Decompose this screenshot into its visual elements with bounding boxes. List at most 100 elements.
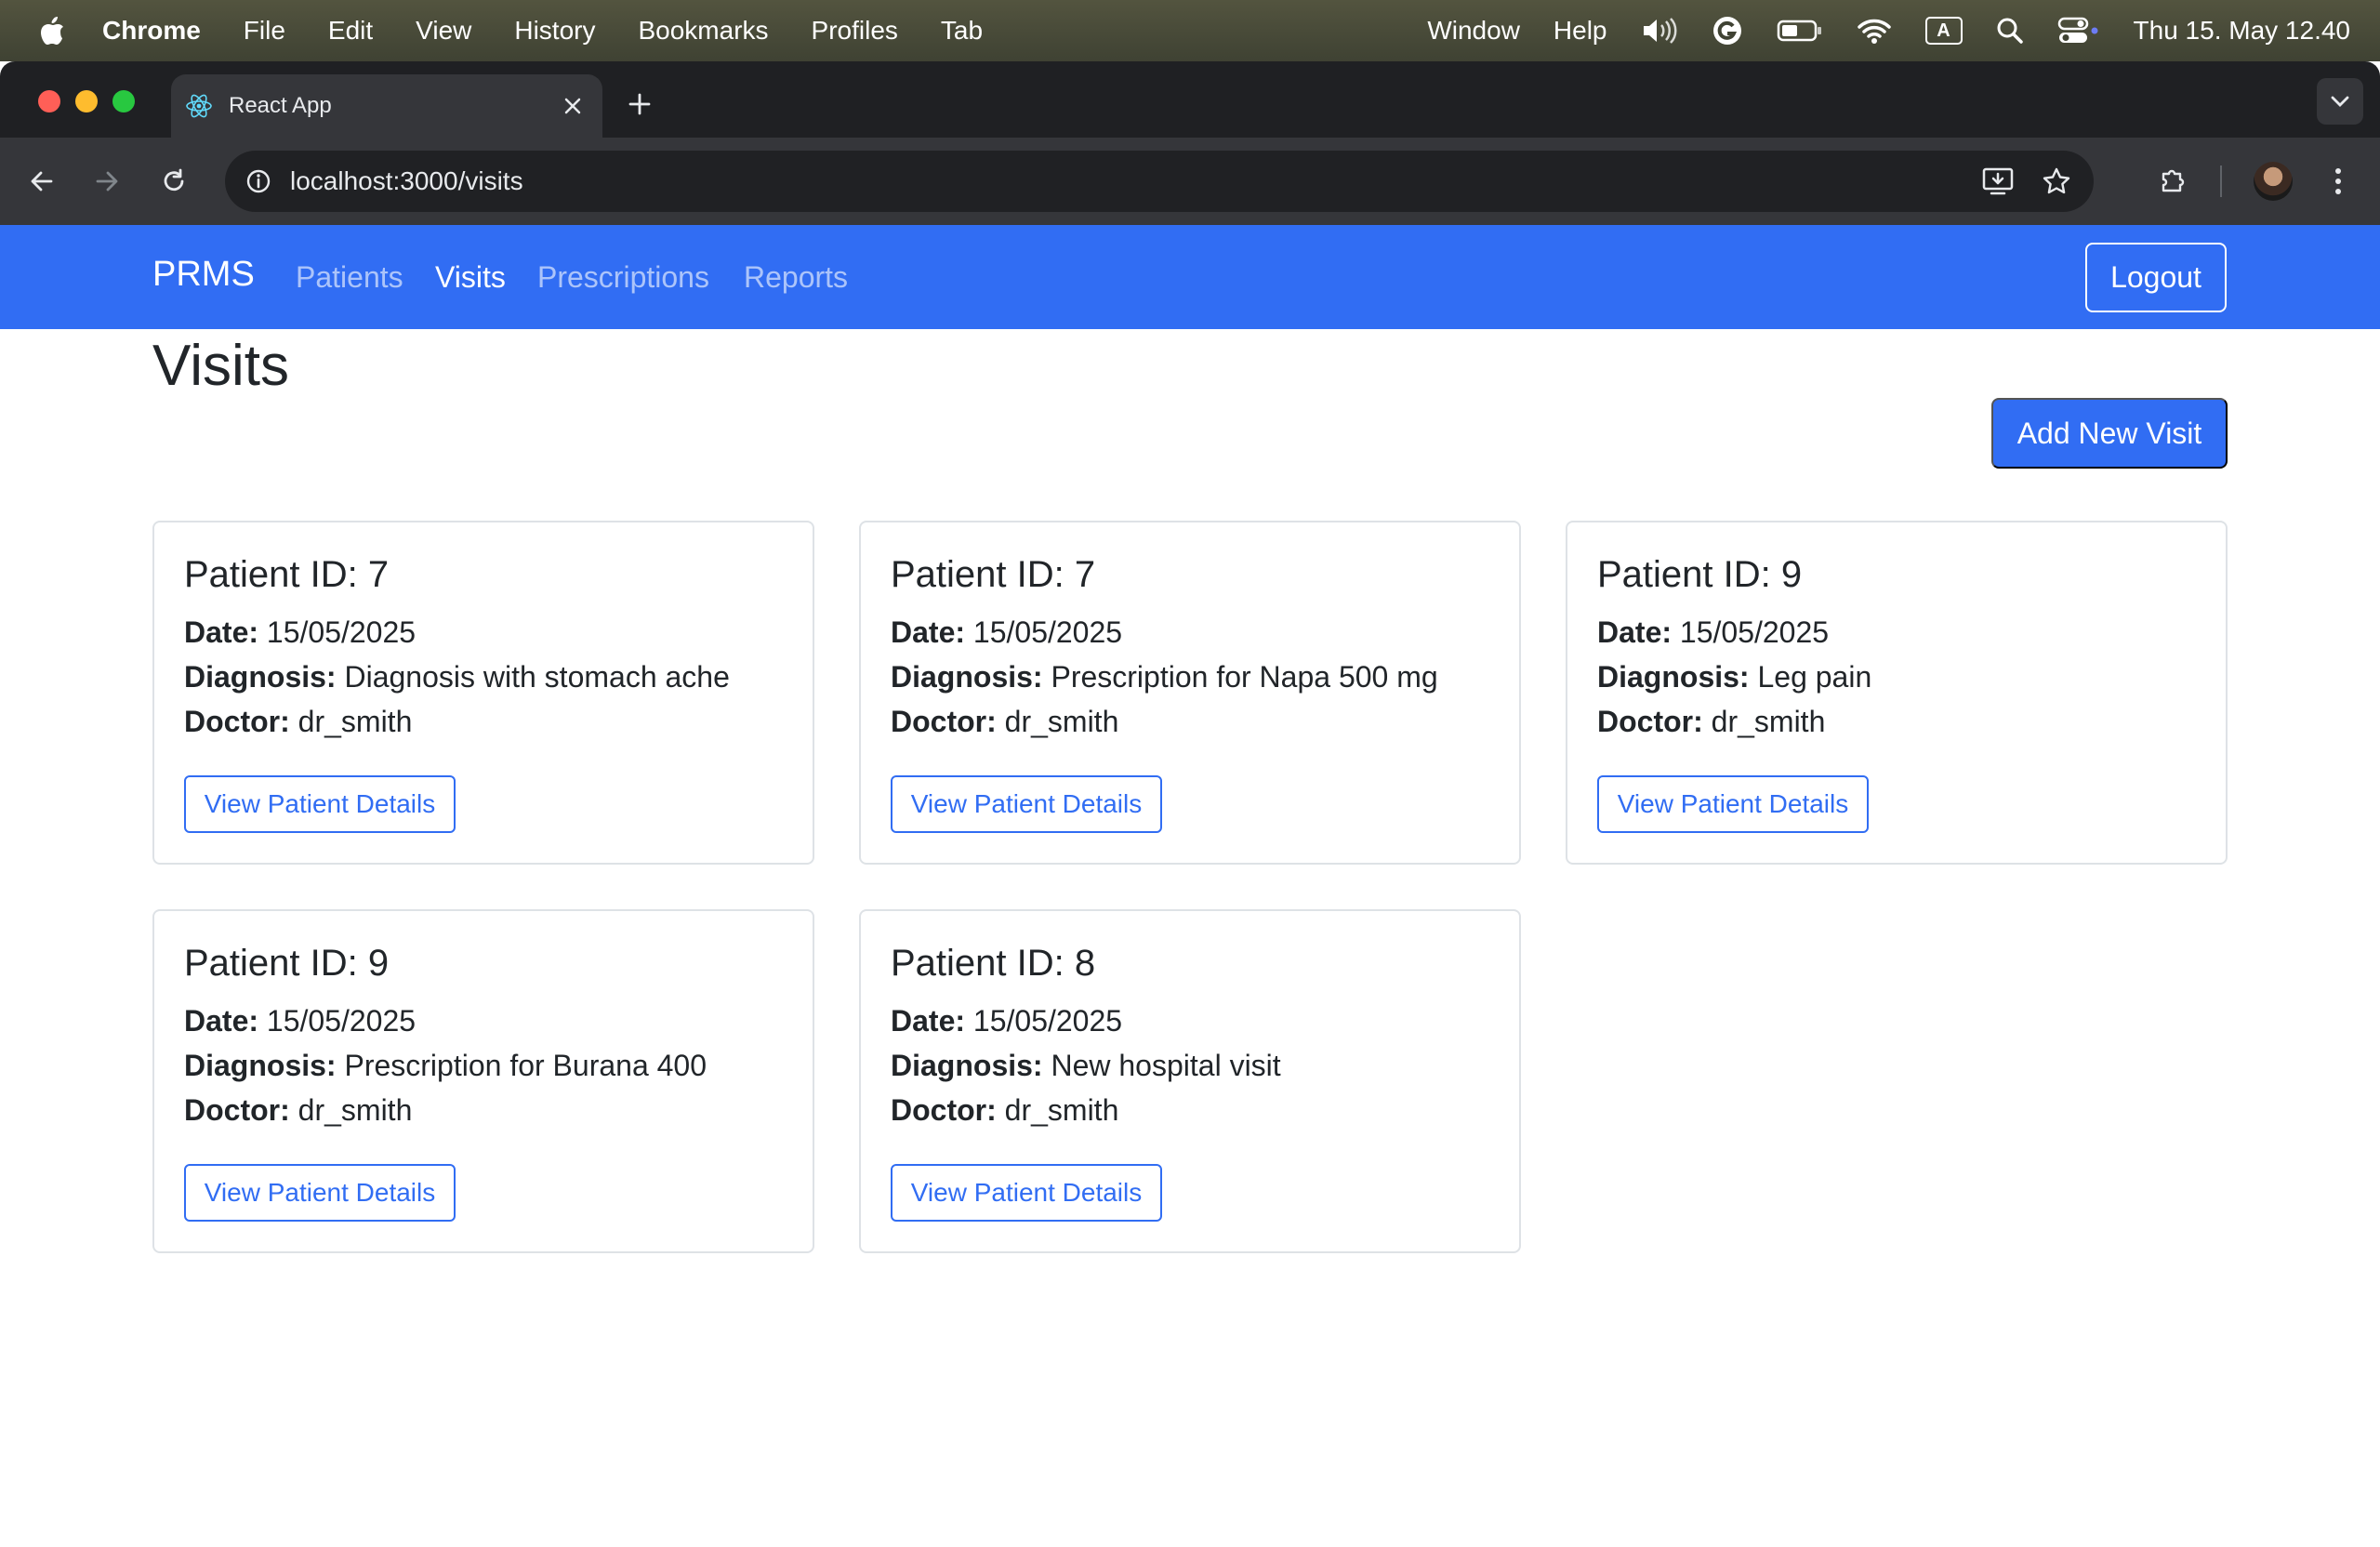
menu-profiles[interactable]: Profiles [812,16,898,46]
close-tab-icon[interactable] [560,93,586,119]
view-patient-details-button[interactable]: View Patient Details [1597,775,1869,833]
card-diagnosis-row: Diagnosis: Diagnosis with stomach ache [184,660,730,694]
doctor-value: dr_smith [1004,1093,1119,1127]
card-date-row: Date: 15/05/2025 [184,1004,416,1038]
diagnosis-label: Diagnosis: [184,1049,337,1082]
card-doctor-row: Doctor: dr_smith [184,1093,412,1128]
card-diagnosis-row: Diagnosis: Prescription for Burana 400 [184,1049,707,1083]
brand-logo[interactable]: PRMS [152,255,255,295]
view-patient-details-button[interactable]: View Patient Details [891,775,1162,833]
doctor-label: Doctor: [891,1093,997,1127]
visit-card: Patient ID: 9 Date: 15/05/2025 Diagnosis… [152,909,814,1253]
tab-search-chevron-down-icon[interactable] [2317,78,2363,125]
card-date-row: Date: 15/05/2025 [184,615,416,650]
card-diagnosis-row: Diagnosis: Prescription for Napa 500 mg [891,660,1438,694]
tab-title: React App [229,93,332,118]
minimize-window-button[interactable] [75,90,98,112]
diagnosis-value: Leg pain [1757,660,1872,694]
site-info-icon[interactable] [240,163,277,200]
doctor-label: Doctor: [184,1093,290,1127]
input-source-icon[interactable]: A [1924,17,1963,45]
profile-avatar[interactable] [2254,162,2293,201]
spotlight-search-icon[interactable] [1996,17,2024,45]
zoom-window-button[interactable] [112,90,135,112]
date-label: Date: [891,615,966,649]
date-label: Date: [891,1004,966,1038]
browser-toolbar: localhost:3000/visits [0,138,2380,225]
view-patient-details-button[interactable]: View Patient Details [184,775,456,833]
diagnosis-label: Diagnosis: [891,660,1043,694]
reload-icon[interactable] [151,158,197,205]
date-value: 15/05/2025 [972,1004,1123,1038]
date-label: Date: [1597,615,1673,649]
card-patient-id: Patient ID: 9 [1597,554,1803,595]
card-patient-id: Patient ID: 7 [184,554,390,595]
card-diagnosis-row: Diagnosis: New hospital visit [891,1049,1281,1083]
page-title: Visits [152,334,290,398]
date-value: 15/05/2025 [1679,615,1830,649]
add-new-visit-button[interactable]: Add New Visit [1991,398,2228,469]
card-date-row: Date: 15/05/2025 [1597,615,1829,650]
wifi-icon[interactable] [1857,17,1892,45]
react-favicon-icon [184,91,214,121]
install-app-icon[interactable] [1982,166,2014,196]
diagnosis-value: New hospital visit [1051,1049,1281,1082]
nav-patients[interactable]: Patients [296,260,403,295]
view-patient-details-button[interactable]: View Patient Details [184,1164,456,1222]
control-center-icon[interactable] [2057,17,2100,45]
more-menu-icon[interactable] [2315,158,2361,205]
menubar-clock[interactable]: Thu 15. May 12.40 [2134,16,2350,46]
forward-arrow-icon[interactable] [84,158,130,205]
menu-tab[interactable]: Tab [941,16,983,46]
back-arrow-icon[interactable] [19,158,65,205]
toolbar-divider [2220,165,2222,197]
view-patient-details-button[interactable]: View Patient Details [891,1164,1162,1222]
volume-icon[interactable] [1641,17,1678,45]
extensions-puzzle-icon[interactable] [2149,158,2196,205]
date-value: 15/05/2025 [266,1004,416,1038]
web-page: PRMS Patients Visits Prescriptions Repor… [0,225,2380,1547]
card-patient-id: Patient ID: 9 [184,943,390,984]
logout-button[interactable]: Logout [2085,243,2227,312]
bookmark-star-icon[interactable] [2042,166,2071,196]
doctor-value: dr_smith [1711,705,1826,738]
menu-chrome[interactable]: Chrome [102,16,201,46]
menu-view[interactable]: View [416,16,471,46]
browser-tab[interactable]: React App [171,74,602,138]
visit-card: Patient ID: 8 Date: 15/05/2025 Diagnosis… [859,909,1521,1253]
nav-reports[interactable]: Reports [744,260,848,295]
date-label: Date: [184,1004,259,1038]
card-diagnosis-row: Diagnosis: Leg pain [1597,660,1871,694]
apple-icon[interactable] [39,15,67,46]
menu-history[interactable]: History [514,16,595,46]
card-doctor-row: Doctor: dr_smith [891,1093,1118,1128]
doctor-value: dr_smith [298,1093,413,1127]
nav-prescriptions[interactable]: Prescriptions [537,260,709,295]
card-doctor-row: Doctor: dr_smith [1597,705,1825,739]
new-tab-icon[interactable] [621,86,658,123]
card-doctor-row: Doctor: dr_smith [184,705,412,739]
diagnosis-value: Prescription for Burana 400 [344,1049,707,1082]
browser-window: React App localhost:3000/visits PRMS Pat… [0,61,2380,1547]
menu-bookmarks[interactable]: Bookmarks [638,16,768,46]
date-value: 15/05/2025 [972,615,1123,649]
menu-edit[interactable]: Edit [328,16,373,46]
card-patient-id: Patient ID: 8 [891,943,1096,984]
card-patient-id: Patient ID: 7 [891,554,1096,595]
date-value: 15/05/2025 [266,615,416,649]
diagnosis-value: Prescription for Napa 500 mg [1051,660,1438,694]
menu-help[interactable]: Help [1554,16,1607,46]
battery-icon[interactable] [1777,19,1823,43]
nav-visits[interactable]: Visits [435,260,506,295]
card-date-row: Date: 15/05/2025 [891,615,1122,650]
address-bar[interactable]: localhost:3000/visits [225,151,2094,212]
url-text[interactable]: localhost:3000/visits [290,166,523,196]
menu-file[interactable]: File [244,16,285,46]
close-window-button[interactable] [38,90,60,112]
diagnosis-label: Diagnosis: [891,1049,1043,1082]
grammarly-icon[interactable] [1712,15,1743,46]
tab-strip: React App [0,61,2380,138]
card-date-row: Date: 15/05/2025 [891,1004,1122,1038]
menu-window[interactable]: Window [1427,16,1520,46]
visit-card: Patient ID: 7 Date: 15/05/2025 Diagnosis… [859,521,1521,865]
